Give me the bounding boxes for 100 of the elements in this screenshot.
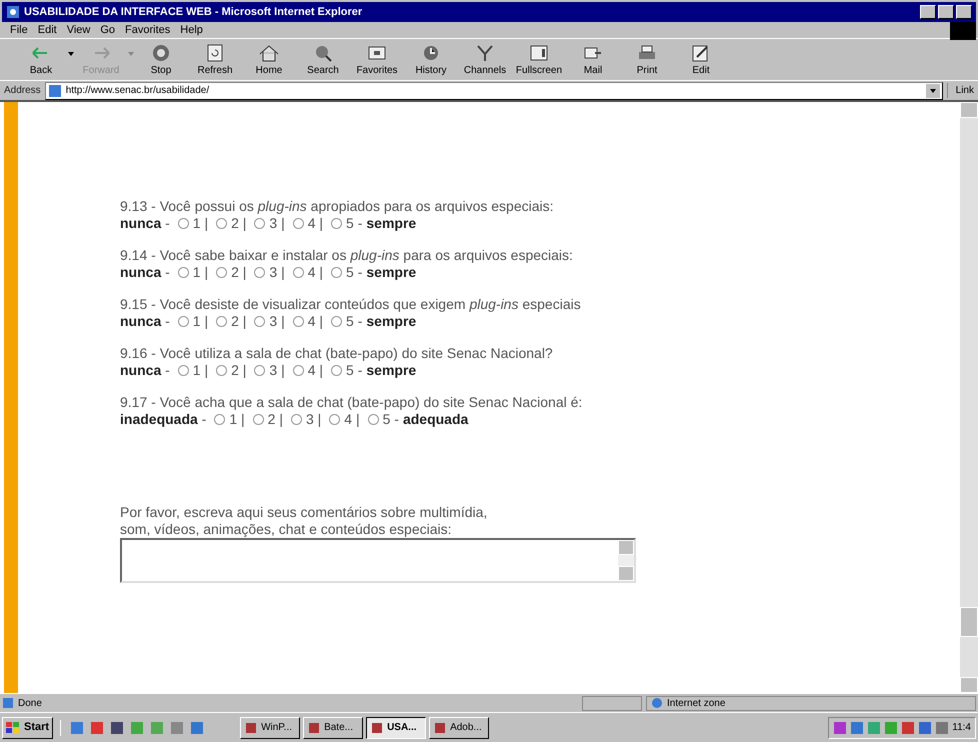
- scale-label: nunca -: [120, 313, 170, 330]
- close-button[interactable]: [956, 5, 972, 19]
- tray-icon[interactable]: [850, 720, 864, 734]
- address-field[interactable]: http://www.senac.br/usabilidade/: [44, 82, 943, 100]
- question-text: 9.17 - Você acha que a sala de chat (bate-papo) do site Senac Nacional é:: [120, 394, 584, 411]
- radio-button[interactable]: [331, 365, 342, 376]
- window-title: USABILIDADE DA INTERFACE WEB - Microsoft Internet Explorer: [24, 4, 364, 20]
- radio-button[interactable]: [252, 414, 264, 425]
- taskbar-button[interactable]: Bate...: [303, 716, 364, 738]
- radio-button[interactable]: [331, 267, 342, 278]
- radio-button[interactable]: [368, 414, 379, 425]
- taskbar-button[interactable]: WinP...: [240, 716, 300, 738]
- option-label: 4 |: [308, 313, 324, 330]
- toolbar-button[interactable]: Refresh: [188, 43, 242, 78]
- toolbar-button[interactable]: Edit: [674, 43, 728, 78]
- question-text: 9.14 - Você sabe baixar e instalar os plug-ins para os arquivos especiais:: [120, 247, 574, 264]
- quick-launch-icon[interactable]: [189, 720, 206, 736]
- maximize-button[interactable]: [938, 5, 954, 19]
- taskbar-button[interactable]: Adob...: [429, 716, 490, 738]
- option-label: 4 |: [308, 362, 324, 379]
- radio-button[interactable]: [331, 316, 342, 327]
- radio-button[interactable]: [292, 218, 304, 229]
- tray-icon[interactable]: [901, 720, 916, 734]
- page-scrollbar[interactable]: [960, 102, 978, 693]
- radio-button[interactable]: [254, 267, 266, 278]
- radio-button[interactable]: [254, 316, 266, 327]
- scale-label: sempre: [366, 215, 416, 232]
- quick-launch-icon[interactable]: [109, 720, 126, 736]
- comment-textarea[interactable]: [120, 538, 636, 583]
- option-label: 3 |: [269, 264, 285, 281]
- app-icon: [371, 722, 384, 734]
- radio-button[interactable]: [214, 414, 226, 425]
- taskbar-button[interactable]: USA...: [366, 716, 426, 738]
- radio-button[interactable]: [216, 267, 228, 278]
- page-icon: [48, 84, 62, 98]
- radio-button[interactable]: [254, 218, 266, 229]
- quick-launch-icon[interactable]: [69, 720, 86, 736]
- radio-button[interactable]: [178, 365, 189, 376]
- option-label: 4 |: [308, 264, 324, 281]
- dropdown-arrow-icon[interactable]: [68, 52, 74, 56]
- menu-item[interactable]: File: [10, 22, 28, 38]
- tray-icon[interactable]: [833, 720, 848, 734]
- menu-item[interactable]: Help: [180, 22, 203, 38]
- toolbar-button[interactable]: Fullscreen: [512, 43, 566, 78]
- scale-label: nunca -: [120, 362, 170, 379]
- clock: 11:4: [952, 721, 971, 735]
- option-label: 3 |: [306, 411, 322, 428]
- toolbar-button[interactable]: Back: [14, 43, 68, 78]
- dropdown-button[interactable]: [926, 84, 940, 98]
- option-label: 1 |: [192, 215, 208, 232]
- option-label: 1 |: [192, 362, 208, 379]
- radio-button[interactable]: [216, 316, 228, 327]
- scale-label: nunca -: [120, 264, 170, 281]
- option-label: 5 -: [382, 411, 399, 428]
- scale-label: sempre: [366, 264, 416, 281]
- radio-button[interactable]: [329, 414, 340, 425]
- option-label: 3 |: [269, 313, 285, 330]
- address-label: Address: [4, 84, 41, 98]
- toolbar-button[interactable]: Print: [620, 43, 674, 78]
- option-label: 1 |: [192, 313, 208, 330]
- option-label: 2 |: [231, 264, 246, 281]
- tray-icon[interactable]: [884, 720, 898, 734]
- option-label: 2 |: [268, 411, 283, 428]
- textarea-scrollbar[interactable]: [618, 540, 634, 581]
- radio-button[interactable]: [292, 365, 304, 376]
- radio-button[interactable]: [331, 218, 342, 229]
- radio-button[interactable]: [292, 316, 304, 327]
- comment-prompt: Por favor, escreva aqui seus comentários sobre multimídia,: [120, 504, 488, 521]
- toolbar-button[interactable]: Home: [242, 43, 296, 78]
- quick-launch-icon[interactable]: [89, 720, 106, 736]
- minimize-button[interactable]: [920, 5, 936, 19]
- menu-item[interactable]: Edit: [38, 22, 57, 38]
- tray-icon[interactable]: [867, 720, 882, 734]
- toolbar-button[interactable]: Stop: [134, 43, 188, 78]
- menu-item[interactable]: View: [66, 22, 90, 38]
- links-label[interactable]: Link: [946, 83, 974, 98]
- radio-button[interactable]: [178, 316, 189, 327]
- menu-item[interactable]: Go: [100, 22, 116, 38]
- home-icon: [257, 43, 281, 63]
- toolbar-button[interactable]: Favorites: [350, 43, 404, 78]
- radio-button[interactable]: [292, 267, 304, 278]
- toolbar-button[interactable]: History: [404, 43, 458, 78]
- scale-label: nunca -: [120, 215, 170, 232]
- tray-icon[interactable]: [935, 720, 950, 734]
- menu-item[interactable]: Favorites: [125, 22, 170, 38]
- question-text: 9.13 - Você possui os plug-ins apropiados para os arquivos especiais:: [120, 198, 554, 215]
- radio-button[interactable]: [254, 365, 266, 376]
- globe-icon: [651, 697, 663, 709]
- radio-button[interactable]: [290, 414, 302, 425]
- option-label: 3 |: [269, 362, 285, 379]
- start-button[interactable]: Start: [2, 716, 54, 738]
- radio-button[interactable]: [178, 267, 189, 278]
- radio-button[interactable]: [216, 365, 228, 376]
- tray-icon[interactable]: [918, 720, 932, 734]
- radio-button[interactable]: [216, 218, 228, 229]
- toolbar-button[interactable]: Mail: [566, 43, 620, 78]
- toolbar-button[interactable]: Channels: [458, 43, 512, 78]
- windows-logo-icon: [6, 722, 20, 734]
- toolbar-button[interactable]: Search: [296, 43, 350, 78]
- radio-button[interactable]: [178, 218, 189, 229]
